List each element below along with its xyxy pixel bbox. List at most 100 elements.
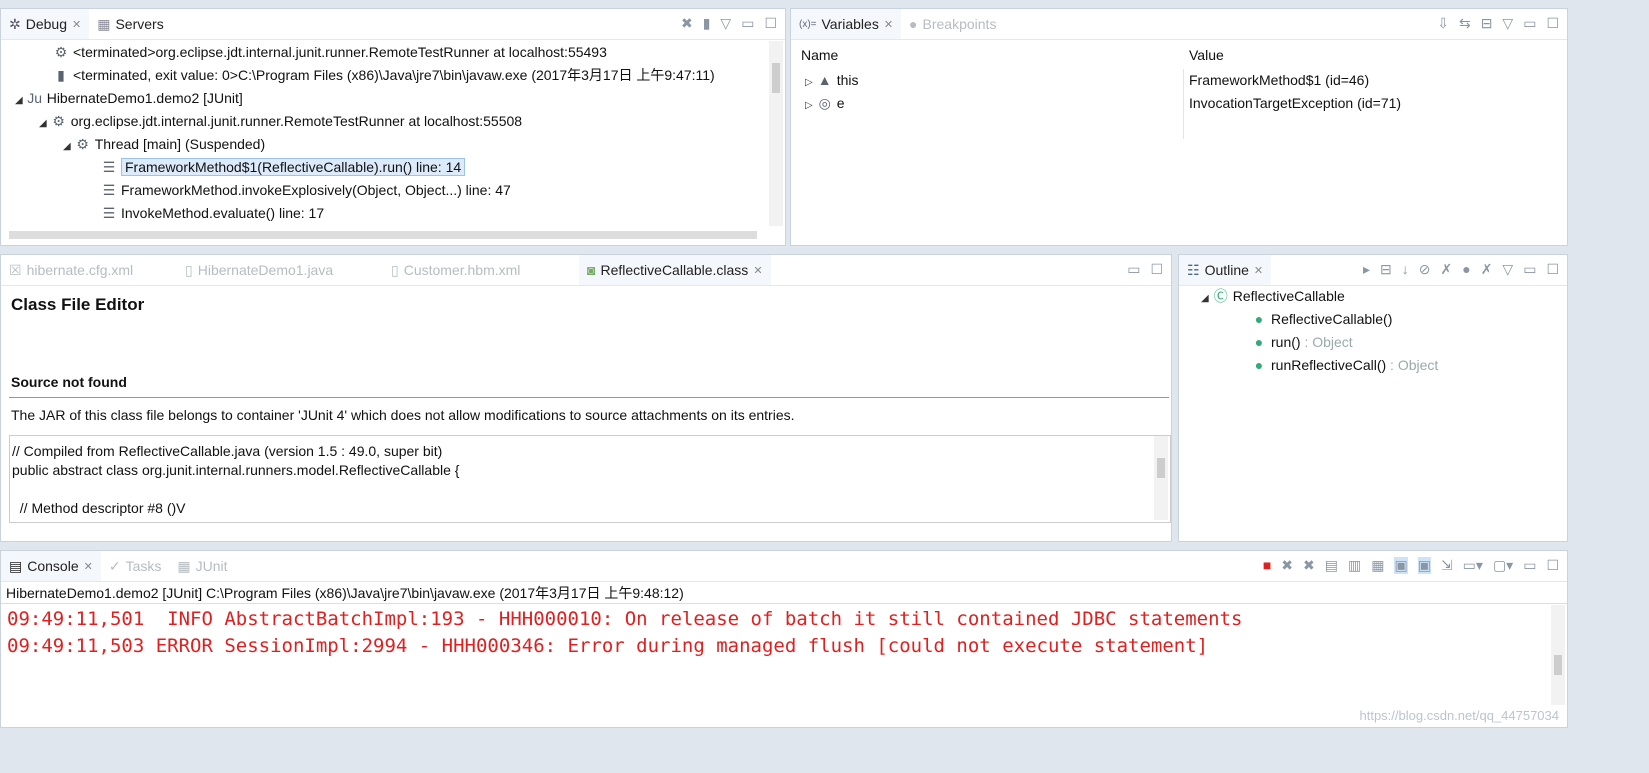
outline-item[interactable]: ● ReflectiveCallable() <box>1251 308 1393 330</box>
outline-toolbar: ▸ ⊟ ↓ ⊘ ✗ ● ✗ ▽ ▭ ☐ <box>1363 261 1559 278</box>
debug-tree-item[interactable]: ⚙ <terminated>org.eclipse.jdt.internal.ju… <box>53 41 607 63</box>
tab-outline[interactable]: ☷ Outline ✕ <box>1179 255 1272 285</box>
console-vscroll[interactable] <box>1551 605 1565 705</box>
collapse-all-icon[interactable]: ⊟ <box>1380 261 1392 278</box>
debug-vscroll[interactable] <box>769 41 783 226</box>
minimize-icon[interactable]: ▭ <box>1523 261 1536 278</box>
variable-value: FrameworkMethod$1 (id=46) <box>1189 72 1370 88</box>
scroll-lock-icon[interactable]: ▥ <box>1348 557 1361 574</box>
hide-static-icon[interactable]: ✗ <box>1440 261 1452 278</box>
expand-icon: ◢ <box>39 118 47 129</box>
terminate-icon[interactable]: ■ <box>1263 557 1271 574</box>
close-icon[interactable]: ✕ <box>753 264 762 277</box>
minimize-icon[interactable]: ▭ <box>1523 15 1536 32</box>
code-line: public abstract class org.junit.internal… <box>12 462 460 478</box>
stack-frame-icon: ☰ <box>102 159 116 175</box>
local-variable-icon: ◎ <box>818 95 831 111</box>
outline-item[interactable]: ◢ Ⓒ ReflectiveCallable <box>1201 285 1345 307</box>
maximize-icon[interactable]: ☐ <box>1546 15 1559 32</box>
debug-tree-item[interactable]: ▮ <terminated, exit value: 0>C:\Program F… <box>53 64 715 86</box>
hide-nonpublic-icon[interactable]: ● <box>1462 261 1470 278</box>
debug-tree-item[interactable]: ◢ Ju HibernateDemo1.demo2 [JUnit] <box>15 87 243 109</box>
stack-frame-icon: ☰ <box>102 182 116 198</box>
tab-junit[interactable]: ▦ JUnit <box>169 551 235 581</box>
method-icon: ● <box>1254 357 1264 373</box>
editor-toolbar: ▭ ☐ <box>1127 261 1163 278</box>
minimize-icon[interactable]: ▭ <box>1523 557 1536 574</box>
clear-console-icon[interactable]: ▤ <box>1325 557 1338 574</box>
focus-icon[interactable]: ▸ <box>1363 261 1370 278</box>
expand-icon: ◢ <box>15 95 23 106</box>
view-menu-icon[interactable]: ▽ <box>720 15 731 32</box>
junit-icon: ▦ <box>177 557 191 574</box>
console-toolbar: ■ ✖ ✖ ▤ ▥ ▦ ▣ ▣ ⇲ ▭▾ ▢▾ ▭ ☐ <box>1263 557 1559 574</box>
expand-icon: ◢ <box>1201 293 1209 304</box>
tab-variables[interactable]: (x)= Variables ✕ <box>791 9 902 39</box>
sort-icon[interactable]: ↓ <box>1402 261 1409 278</box>
code-vscroll[interactable] <box>1154 436 1168 520</box>
hide-fields-icon[interactable]: ⊘ <box>1419 261 1431 278</box>
variables-view: (x)= Variables ✕ ● Breakpoints ⇩ ⇆ ⊟ ▽ ▭ ☐ Name … <box>790 8 1568 246</box>
hide-local-types-icon[interactable]: ✗ <box>1481 261 1493 278</box>
bytecode-view: // Compiled from ReflectiveCallable.java… <box>9 435 1171 523</box>
console-output[interactable]: 09:49:11,501 INFO AbstractBatchImpl:193 … <box>1 603 1567 713</box>
close-icon[interactable]: ✕ <box>84 560 93 573</box>
debug-tree-item[interactable]: ☰ FrameworkMethod$1(ReflectiveCallable).r… <box>101 156 466 178</box>
debug-tree-item[interactable]: ☰ FrameworkMethod.invokeExplosively(Objec… <box>101 179 511 201</box>
close-icon[interactable]: ✕ <box>1254 264 1263 277</box>
open-console-icon[interactable]: ▢▾ <box>1493 557 1513 574</box>
editor-tab[interactable]: ▯ Customer.hbm.xml <box>383 255 579 285</box>
disconnect-icon[interactable]: ▮ <box>703 15 711 32</box>
tab-breakpoints[interactable]: ● Breakpoints <box>901 9 1004 39</box>
tab-console[interactable]: ▤ Console ✕ <box>1 551 101 581</box>
pin-console-icon[interactable]: ⇲ <box>1441 557 1453 574</box>
terminated-launch-icon: ⚙ <box>54 44 68 60</box>
maximize-icon[interactable]: ☐ <box>1546 557 1559 574</box>
show-stdout-icon[interactable]: ▣ <box>1394 557 1408 574</box>
close-icon[interactable]: ✕ <box>72 18 81 31</box>
display-console-icon[interactable]: ▭▾ <box>1463 557 1483 574</box>
outline-item[interactable]: ● run() : Object <box>1251 331 1353 353</box>
remove-all-terminated-icon[interactable]: ✖ <box>1303 557 1315 574</box>
debug-toolbar: ✖ ▮ ▽ ▭ ☐ <box>681 15 777 32</box>
column-header-value[interactable]: Value <box>1189 44 1224 66</box>
xml-file-icon: ☒ <box>9 261 22 278</box>
debug-hscroll[interactable] <box>9 231 757 239</box>
close-icon[interactable]: ✕ <box>884 18 893 31</box>
maximize-icon[interactable]: ☐ <box>1150 261 1163 278</box>
console-line: 09:49:11,501 INFO AbstractBatchImpl:193 … <box>7 608 1243 630</box>
java-file-icon: ▯ <box>185 261 193 278</box>
maximize-icon[interactable]: ☐ <box>1546 261 1559 278</box>
word-wrap-icon[interactable]: ▦ <box>1371 557 1384 574</box>
minimize-icon[interactable]: ▭ <box>741 15 754 32</box>
show-type-names-icon[interactable]: ⇩ <box>1437 15 1449 32</box>
process-icon: ▮ <box>57 67 65 83</box>
debug-tree-item[interactable]: ☰ InvokeMethod.evaluate() line: 17 <box>101 202 324 224</box>
debug-tree-item[interactable]: ◢ ⚙ Thread [main] (Suspended) <box>63 133 265 155</box>
tab-servers[interactable]: ▦ Servers <box>89 9 171 39</box>
column-header-name[interactable]: Name <box>801 44 838 66</box>
show-logical-icon[interactable]: ⇆ <box>1459 15 1471 32</box>
variables-tabbar: (x)= Variables ✕ ● Breakpoints ⇩ ⇆ ⊟ ▽ ▭ ☐ <box>791 9 1567 40</box>
show-stderr-icon[interactable]: ▣ <box>1417 557 1431 574</box>
view-menu-icon[interactable]: ▽ <box>1502 15 1513 32</box>
variable-row[interactable]: ▷ ◎ e <box>805 92 845 114</box>
variable-row[interactable]: ▷ ▲ this <box>805 69 859 91</box>
variables-icon: (x)= <box>799 18 817 30</box>
tasks-icon: ✓ <box>108 557 121 574</box>
editor-tab[interactable]: ☒ hibernate.cfg.xml <box>1 255 177 285</box>
debug-tree-item[interactable]: ◢ ⚙ org.eclipse.jdt.internal.junit.runner.… <box>39 110 522 132</box>
editor-tab-active[interactable]: ◙ ReflectiveCallable.class ✕ <box>579 255 771 285</box>
tab-debug[interactable]: ✲ Debug ✕ <box>1 9 90 39</box>
editor-tab[interactable]: ▯ HibernateDemo1.java <box>177 255 383 285</box>
collapse-all-icon[interactable]: ⊟ <box>1481 15 1493 32</box>
remove-launch-icon[interactable]: ✖ <box>1281 557 1293 574</box>
outline-item[interactable]: ● runReflectiveCall() : Object <box>1251 354 1439 376</box>
source-message: The JAR of this class file belongs to co… <box>11 407 795 423</box>
remove-terminated-icon[interactable]: ✖ <box>681 15 693 32</box>
view-menu-icon[interactable]: ▽ <box>1502 261 1513 278</box>
minimize-icon[interactable]: ▭ <box>1127 261 1140 278</box>
tab-tasks[interactable]: ✓ Tasks <box>101 551 170 581</box>
maximize-icon[interactable]: ☐ <box>764 15 777 32</box>
